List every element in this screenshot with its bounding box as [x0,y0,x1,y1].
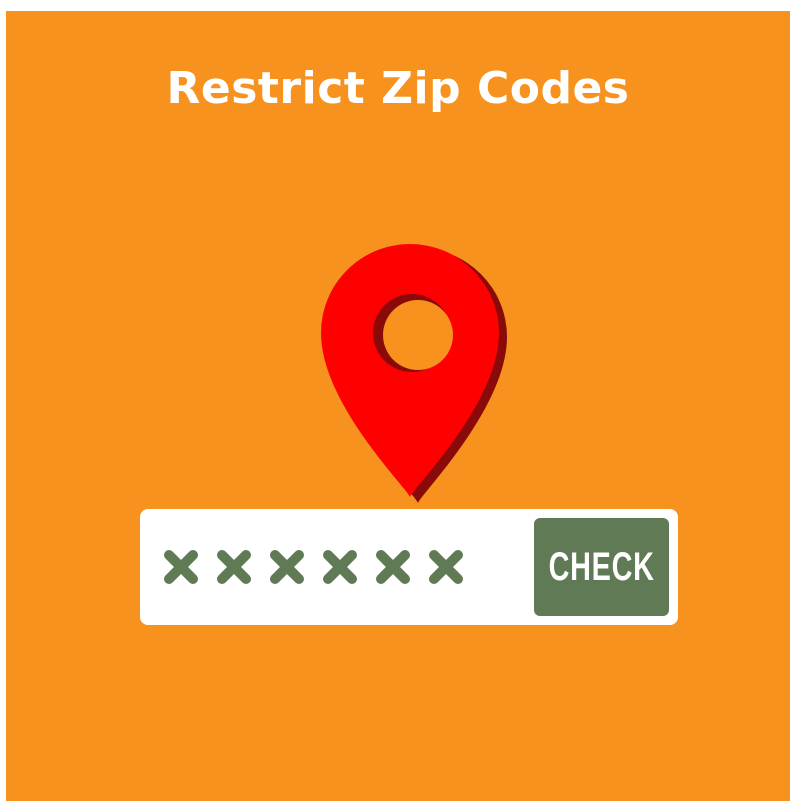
page-title: Restrict Zip Codes [166,63,630,114]
zip-check-bar: CHECK [140,509,678,625]
map-pin-hole [383,300,453,370]
check-button[interactable]: CHECK [534,518,669,616]
x-mark-icon [323,550,357,584]
banner: Restrict Zip Codes CHECK [6,11,790,801]
zip-code-input[interactable] [162,525,522,609]
x-mark-icon [164,550,198,584]
check-button-label: CHECK [548,544,655,589]
x-mark-icon [270,550,304,584]
x-mark-icon [429,550,463,584]
x-mark-icon [376,550,410,584]
map-pin-icon [321,244,507,503]
x-mark-icon [217,550,251,584]
